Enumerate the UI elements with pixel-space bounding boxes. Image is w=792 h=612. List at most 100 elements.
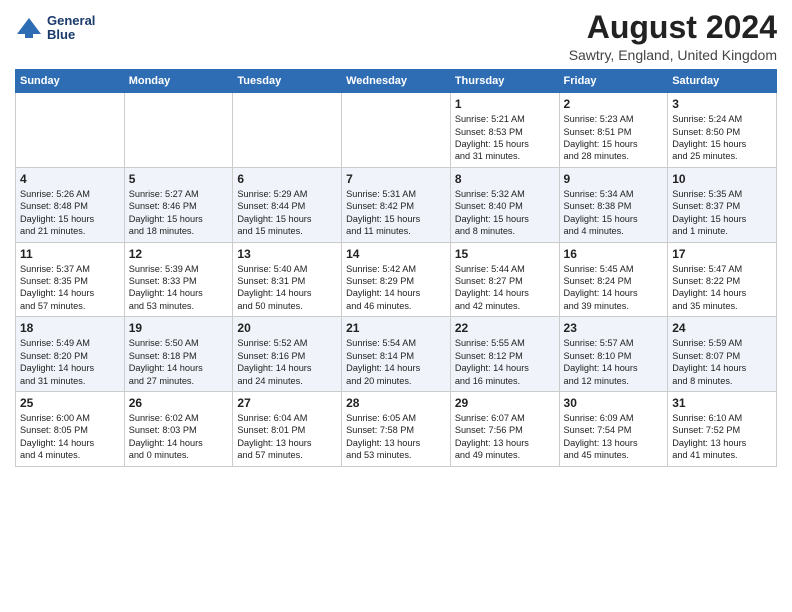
day-cell: 8Sunrise: 5:32 AM Sunset: 8:40 PM Daylig… [450, 167, 559, 242]
day-cell: 27 Sunrise: 6:04 AM Sunset: 8:01 PM Dayli… [233, 391, 342, 466]
day-number: 7 [346, 172, 446, 186]
weekday-header-row: SundayMondayTuesdayWednesdayThursdayFrid… [16, 70, 777, 93]
day-info: Sunrise: 6:00 AM Sunset: 8:05 PM Dayligh… [20, 412, 120, 462]
day-number: 6 [237, 172, 337, 186]
day-number: 27 [237, 396, 337, 410]
day-number: 31 [672, 396, 772, 410]
day-info: Sunrise: 6:09 AM Sunset: 7:54 PM Dayligh… [564, 412, 664, 462]
day-cell: 7 Sunrise: 5:31 AM Sunset: 8:42 PM Daylig… [342, 167, 451, 242]
day-number: 3 [672, 97, 772, 111]
day-cell: 20 Sunrise: 5:52 AM Sunset: 8:16 PM Dayli… [233, 317, 342, 392]
day-info: Sunrise: 5:29 AM Sunset: 8:44 PM Dayligh… [237, 188, 337, 238]
day-cell: 12 Sunrise: 5:39 AM Sunset: 8:33 PM Dayli… [124, 242, 233, 317]
day-cell: 4 Sunrise: 5:26 AM Sunset: 8:48 PM Daylig… [16, 167, 125, 242]
day-number: 8 [455, 172, 555, 186]
day-cell [16, 93, 125, 168]
day-number: 19 [129, 321, 229, 335]
day-cell: 2Sunrise: 5:23 AM Sunset: 8:51 PM Daylig… [559, 93, 668, 168]
location: Sawtry, England, United Kingdom [569, 47, 777, 63]
day-cell: 15Sunrise: 5:44 AM Sunset: 8:27 PM Dayli… [450, 242, 559, 317]
day-info: Sunrise: 5:50 AM Sunset: 8:18 PM Dayligh… [129, 337, 229, 387]
title-block: August 2024 Sawtry, England, United King… [569, 10, 777, 63]
day-info: Sunrise: 5:40 AM Sunset: 8:31 PM Dayligh… [237, 263, 337, 313]
day-number: 16 [564, 247, 664, 261]
week-row-3: 11Sunrise: 5:37 AM Sunset: 8:35 PM Dayli… [16, 242, 777, 317]
day-cell: 18 Sunrise: 5:49 AM Sunset: 8:20 PM Dayli… [16, 317, 125, 392]
day-info: Sunrise: 6:07 AM Sunset: 7:56 PM Dayligh… [455, 412, 555, 462]
day-info: Sunrise: 5:26 AM Sunset: 8:48 PM Dayligh… [20, 188, 120, 238]
day-number: 25 [20, 396, 120, 410]
day-cell: 30 Sunrise: 6:09 AM Sunset: 7:54 PM Dayli… [559, 391, 668, 466]
day-info: Sunrise: 5:23 AM Sunset: 8:51 PM Dayligh… [564, 113, 664, 163]
day-info: Sunrise: 6:02 AM Sunset: 8:03 PM Dayligh… [129, 412, 229, 462]
day-number: 28 [346, 396, 446, 410]
week-row-1: 1 Sunrise: 5:21 AM Sunset: 8:53 PM Daylig… [16, 93, 777, 168]
day-cell: 19 Sunrise: 5:50 AM Sunset: 8:18 PM Dayli… [124, 317, 233, 392]
day-number: 5 [129, 172, 229, 186]
day-info: Sunrise: 5:35 AM Sunset: 8:37 PM Dayligh… [672, 188, 772, 238]
day-info: Sunrise: 5:42 AM Sunset: 8:29 PM Dayligh… [346, 263, 446, 313]
day-info: Sunrise: 5:49 AM Sunset: 8:20 PM Dayligh… [20, 337, 120, 387]
weekday-header-monday: Monday [124, 70, 233, 93]
logo: General Blue [15, 14, 95, 43]
week-row-4: 18 Sunrise: 5:49 AM Sunset: 8:20 PM Dayli… [16, 317, 777, 392]
day-info: Sunrise: 5:37 AM Sunset: 8:35 PM Dayligh… [20, 263, 120, 313]
day-info: Sunrise: 5:24 AM Sunset: 8:50 PM Dayligh… [672, 113, 772, 163]
day-info: Sunrise: 5:57 AM Sunset: 8:10 PM Dayligh… [564, 337, 664, 387]
day-info: Sunrise: 5:45 AM Sunset: 8:24 PM Dayligh… [564, 263, 664, 313]
week-row-2: 4 Sunrise: 5:26 AM Sunset: 8:48 PM Daylig… [16, 167, 777, 242]
day-number: 30 [564, 396, 664, 410]
day-cell: 24 Sunrise: 5:59 AM Sunset: 8:07 PM Dayli… [668, 317, 777, 392]
day-number: 13 [237, 247, 337, 261]
logo-line1: General [47, 14, 95, 28]
weekday-header-friday: Friday [559, 70, 668, 93]
day-number: 12 [129, 247, 229, 261]
day-info: Sunrise: 6:10 AM Sunset: 7:52 PM Dayligh… [672, 412, 772, 462]
day-cell: 5 Sunrise: 5:27 AM Sunset: 8:46 PM Daylig… [124, 167, 233, 242]
day-info: Sunrise: 5:31 AM Sunset: 8:42 PM Dayligh… [346, 188, 446, 238]
day-info: Sunrise: 5:21 AM Sunset: 8:53 PM Dayligh… [455, 113, 555, 163]
day-number: 1 [455, 97, 555, 111]
day-cell: 26 Sunrise: 6:02 AM Sunset: 8:03 PM Dayli… [124, 391, 233, 466]
day-info: Sunrise: 5:39 AM Sunset: 8:33 PM Dayligh… [129, 263, 229, 313]
weekday-header-saturday: Saturday [668, 70, 777, 93]
day-cell: 29 Sunrise: 6:07 AM Sunset: 7:56 PM Dayli… [450, 391, 559, 466]
day-info: Sunrise: 5:27 AM Sunset: 8:46 PM Dayligh… [129, 188, 229, 238]
month-title: August 2024 [569, 10, 777, 45]
day-cell [124, 93, 233, 168]
day-info: Sunrise: 5:55 AM Sunset: 8:12 PM Dayligh… [455, 337, 555, 387]
day-cell: 6 Sunrise: 5:29 AM Sunset: 8:44 PM Daylig… [233, 167, 342, 242]
day-number: 22 [455, 321, 555, 335]
day-cell: 22 Sunrise: 5:55 AM Sunset: 8:12 PM Dayli… [450, 317, 559, 392]
day-number: 21 [346, 321, 446, 335]
day-cell: 16 Sunrise: 5:45 AM Sunset: 8:24 PM Dayli… [559, 242, 668, 317]
logo-line2: Blue [47, 28, 95, 42]
day-number: 23 [564, 321, 664, 335]
weekday-header-sunday: Sunday [16, 70, 125, 93]
day-number: 9 [564, 172, 664, 186]
weekday-header-tuesday: Tuesday [233, 70, 342, 93]
day-number: 24 [672, 321, 772, 335]
day-info: Sunrise: 5:52 AM Sunset: 8:16 PM Dayligh… [237, 337, 337, 387]
day-cell: 13 Sunrise: 5:40 AM Sunset: 8:31 PM Dayli… [233, 242, 342, 317]
day-cell: 10Sunrise: 5:35 AM Sunset: 8:37 PM Dayli… [668, 167, 777, 242]
day-cell: 17Sunrise: 5:47 AM Sunset: 8:22 PM Dayli… [668, 242, 777, 317]
day-number: 29 [455, 396, 555, 410]
day-number: 18 [20, 321, 120, 335]
day-info: Sunrise: 5:59 AM Sunset: 8:07 PM Dayligh… [672, 337, 772, 387]
day-info: Sunrise: 6:04 AM Sunset: 8:01 PM Dayligh… [237, 412, 337, 462]
day-number: 26 [129, 396, 229, 410]
day-cell: 23 Sunrise: 5:57 AM Sunset: 8:10 PM Dayli… [559, 317, 668, 392]
week-row-5: 25 Sunrise: 6:00 AM Sunset: 8:05 PM Dayli… [16, 391, 777, 466]
weekday-header-wednesday: Wednesday [342, 70, 451, 93]
calendar-table: SundayMondayTuesdayWednesdayThursdayFrid… [15, 69, 777, 466]
day-cell: 21 Sunrise: 5:54 AM Sunset: 8:14 PM Dayli… [342, 317, 451, 392]
logo-icon [15, 14, 43, 42]
day-info: Sunrise: 5:54 AM Sunset: 8:14 PM Dayligh… [346, 337, 446, 387]
day-number: 20 [237, 321, 337, 335]
day-cell: 28Sunrise: 6:05 AM Sunset: 7:58 PM Dayli… [342, 391, 451, 466]
day-cell: 31 Sunrise: 6:10 AM Sunset: 7:52 PM Dayli… [668, 391, 777, 466]
day-number: 4 [20, 172, 120, 186]
day-number: 15 [455, 247, 555, 261]
day-cell [233, 93, 342, 168]
